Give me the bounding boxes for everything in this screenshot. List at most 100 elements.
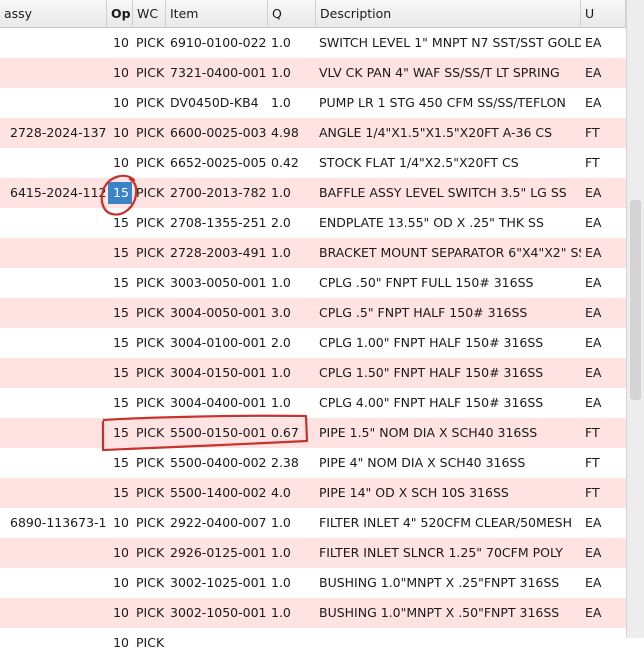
cell-desc[interactable]: PIPE 4" NOM DIA X SCH40 316SS: [319, 448, 581, 478]
cell-item[interactable]: 5500-1400-002: [170, 478, 270, 508]
column-header-wc[interactable]: WC: [133, 0, 166, 27]
cell-desc[interactable]: CPLG 1.00" FNPT HALF 150# 316SS: [319, 328, 581, 358]
cell-wc[interactable]: PICK: [136, 298, 168, 328]
cell-wc[interactable]: PICK: [136, 118, 168, 148]
cell-item[interactable]: 5500-0150-001: [170, 418, 270, 448]
cell-q[interactable]: 1.0: [271, 28, 315, 58]
cell-q[interactable]: 4.98: [271, 118, 315, 148]
table-row[interactable]: 10 PICK 7321-0400-001 1.0 VLV CK PAN 4" WAF …: [0, 58, 626, 88]
scrollbar-thumb[interactable]: [630, 200, 641, 400]
cell-wc[interactable]: PICK: [136, 568, 168, 598]
cell-wc[interactable]: PICK: [136, 448, 168, 478]
column-header-item[interactable]: Item: [166, 0, 268, 27]
cell-u[interactable]: EA: [585, 538, 615, 568]
cell-wc[interactable]: PICK: [136, 538, 168, 568]
cell-item[interactable]: 2926-0125-001: [170, 538, 270, 568]
table-row[interactable]: 15 PICK 5500-1400-002 4.0 PIPE 14" OD X SCH …: [0, 478, 626, 508]
cell-q[interactable]: 1.0: [271, 268, 315, 298]
cell-q[interactable]: 1.0: [271, 58, 315, 88]
cell-op[interactable]: 10: [107, 28, 133, 58]
table-row[interactable]: 10 PICK 2926-0125-001 1.0 FILTER INLET SLNCR…: [0, 538, 626, 568]
cell-op[interactable]: 10: [107, 568, 133, 598]
cell-op[interactable]: 15: [107, 478, 133, 508]
cell-desc[interactable]: PIPE 1.5" NOM DIA X SCH40 316SS: [319, 418, 581, 448]
column-header-op[interactable]: Op: [107, 0, 133, 27]
cell-op[interactable]: 10: [107, 58, 133, 88]
cell-assy[interactable]: 6890-113673-1: [10, 508, 108, 538]
cell-item[interactable]: 2708-1355-251: [170, 208, 270, 238]
cell-op[interactable]: 15: [108, 182, 132, 204]
cell-assy[interactable]: [10, 598, 108, 628]
cell-wc[interactable]: PICK: [136, 508, 168, 538]
cell-assy[interactable]: [10, 88, 108, 118]
cell-u[interactable]: EA: [585, 598, 615, 628]
cell-q[interactable]: 4.0: [271, 478, 315, 508]
cell-wc[interactable]: PICK: [136, 148, 168, 178]
cell-wc[interactable]: PICK: [136, 58, 168, 88]
cell-wc[interactable]: PICK: [136, 598, 168, 628]
cell-q[interactable]: 1.0: [271, 358, 315, 388]
cell-desc[interactable]: BAFFLE ASSY LEVEL SWITCH 3.5" LG SS: [319, 178, 581, 208]
cell-desc[interactable]: [319, 628, 581, 658]
cell-op[interactable]: 10: [107, 628, 133, 658]
table-row[interactable]: 15 PICK 2728-2003-491 1.0 BRACKET MOUNT SEPA…: [0, 238, 626, 268]
cell-u[interactable]: EA: [585, 178, 615, 208]
cell-item[interactable]: [170, 628, 270, 658]
cell-u[interactable]: [585, 628, 615, 658]
table-row[interactable]: 10 PICK 3002-1050-001 1.0 BUSHING 1.0"MNPT X…: [0, 598, 626, 628]
table-row[interactable]: 15 PICK 3004-0150-001 1.0 CPLG 1.50" FNPT HA…: [0, 358, 626, 388]
cell-item[interactable]: 2728-2003-491: [170, 238, 270, 268]
table-row[interactable]: 10 PICK 6910-0100-022 1.0 SWITCH LEVEL 1" MN…: [0, 28, 626, 58]
cell-u[interactable]: FT: [585, 418, 615, 448]
cell-op[interactable]: 15: [107, 298, 133, 328]
cell-item[interactable]: 6652-0025-005: [170, 148, 270, 178]
cell-desc[interactable]: PUMP LR 1 STG 450 CFM SS/SS/TEFLON: [319, 88, 581, 118]
cell-u[interactable]: EA: [585, 508, 615, 538]
cell-op[interactable]: 15: [107, 328, 133, 358]
cell-q[interactable]: 0.67: [271, 418, 315, 448]
cell-item[interactable]: 2922-0400-007: [170, 508, 270, 538]
cell-assy[interactable]: [10, 628, 108, 658]
table-row[interactable]: 6415-2024-112 15 PICK 2700-2013-782 1.0 BAFFL…: [0, 178, 626, 208]
cell-desc[interactable]: CPLG 1.50" FNPT HALF 150# 316SS: [319, 358, 581, 388]
table-row[interactable]: 15 PICK 2708-1355-251 2.0 ENDPLATE 13.55" OD…: [0, 208, 626, 238]
cell-q[interactable]: 1.0: [271, 88, 315, 118]
cell-op[interactable]: 15: [107, 448, 133, 478]
cell-q[interactable]: 2.0: [271, 208, 315, 238]
cell-desc[interactable]: BUSHING 1.0"MNPT X .50"FNPT 316SS: [319, 598, 581, 628]
cell-assy[interactable]: [10, 358, 108, 388]
cell-assy[interactable]: [10, 268, 108, 298]
table-row[interactable]: 15 PICK 3004-0050-001 3.0 CPLG .5" FNPT HALF…: [0, 298, 626, 328]
cell-item[interactable]: 3002-1050-001: [170, 598, 270, 628]
cell-q[interactable]: 1.0: [271, 538, 315, 568]
cell-op[interactable]: 10: [107, 598, 133, 628]
table-row[interactable]: 15 PICK 5500-0150-001 0.67 PIPE 1.5" NOM DIA…: [0, 418, 626, 448]
cell-q[interactable]: 0.42: [271, 148, 315, 178]
cell-item[interactable]: 6910-0100-022: [170, 28, 270, 58]
cell-assy[interactable]: [10, 388, 108, 418]
cell-desc[interactable]: FILTER INLET SLNCR 1.25" 70CFM POLY: [319, 538, 581, 568]
cell-u[interactable]: EA: [585, 358, 615, 388]
cell-item[interactable]: 3004-0400-001: [170, 388, 270, 418]
cell-item[interactable]: 3002-1025-001: [170, 568, 270, 598]
cell-desc[interactable]: CPLG 4.00" FNPT HALF 150# 316SS: [319, 388, 581, 418]
cell-desc[interactable]: BRACKET MOUNT SEPARATOR 6"X4"X2" SS: [319, 238, 581, 268]
cell-u[interactable]: EA: [585, 568, 615, 598]
cell-wc[interactable]: PICK: [136, 478, 168, 508]
cell-item[interactable]: 7321-0400-001: [170, 58, 270, 88]
cell-assy[interactable]: 2728-2024-137: [10, 118, 108, 148]
cell-wc[interactable]: PICK: [136, 388, 168, 418]
table-row[interactable]: 2728-2024-137 10 PICK 6600-0025-003 4.98 ANGL…: [0, 118, 626, 148]
cell-wc[interactable]: PICK: [136, 238, 168, 268]
cell-assy[interactable]: [10, 28, 108, 58]
cell-item[interactable]: 3003-0050-001: [170, 268, 270, 298]
cell-u[interactable]: EA: [585, 268, 615, 298]
cell-q[interactable]: 1.0: [271, 508, 315, 538]
cell-assy[interactable]: [10, 538, 108, 568]
table-row[interactable]: 10 PICK 6652-0025-005 0.42 STOCK FLAT 1/4"X2…: [0, 148, 626, 178]
cell-op[interactable]: 10: [107, 118, 133, 148]
column-header-q[interactable]: Q: [268, 0, 316, 27]
table-row[interactable]: 15 PICK 3003-0050-001 1.0 CPLG .50" FNPT FUL…: [0, 268, 626, 298]
cell-item[interactable]: 3004-0150-001: [170, 358, 270, 388]
cell-q[interactable]: 1.0: [271, 598, 315, 628]
